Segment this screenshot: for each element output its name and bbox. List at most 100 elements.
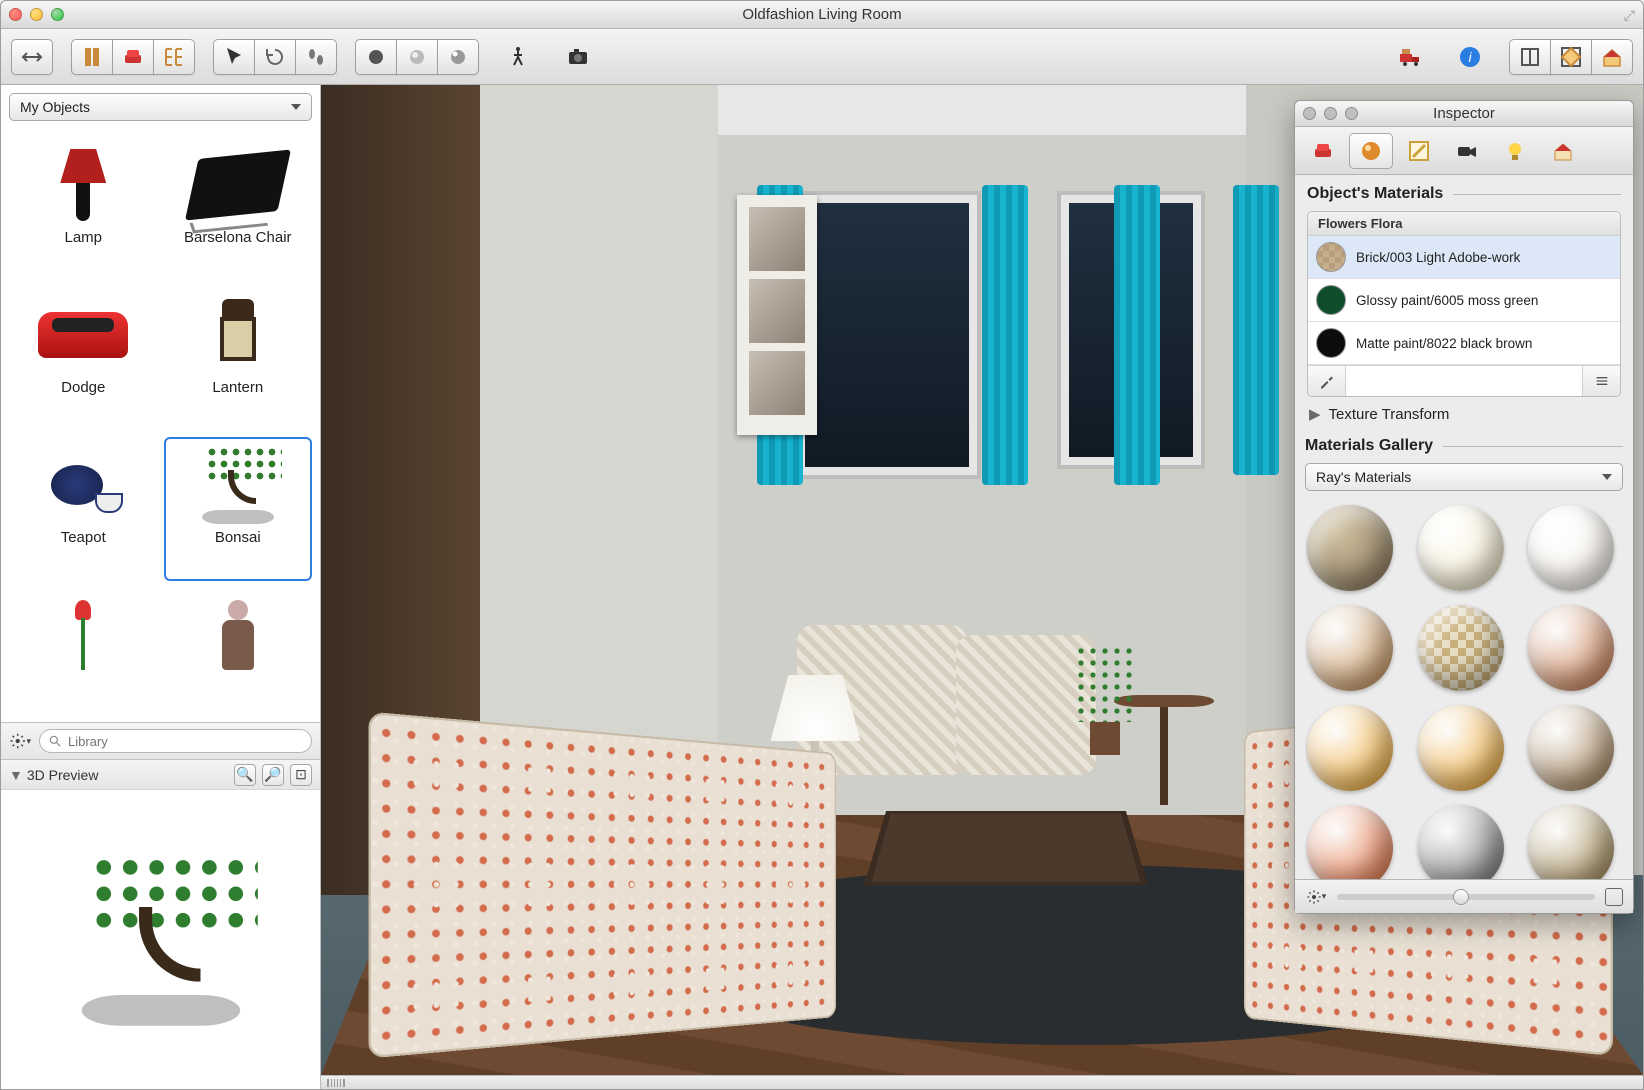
toggle-sidebar-button[interactable] [11, 39, 53, 75]
object-person[interactable] [164, 587, 313, 714]
measure-tool-button[interactable] [295, 39, 337, 75]
material-ball[interactable] [1528, 805, 1614, 879]
materials-menu-button[interactable] [1582, 366, 1620, 396]
disclosure-label: Texture Transform [1329, 406, 1450, 423]
library-search[interactable] [39, 729, 312, 753]
material-ball[interactable] [1418, 805, 1504, 879]
warehouse-button[interactable] [1389, 39, 1431, 75]
sidebar-footer: ▾ [1, 722, 320, 759]
object-barselona-chair[interactable]: Barselona Chair [164, 137, 313, 281]
sidebar-settings-button[interactable]: ▾ [9, 730, 31, 752]
texture-transform-disclosure[interactable]: ▶ Texture Transform [1307, 397, 1621, 431]
zoom-icon[interactable] [1345, 107, 1358, 120]
material-ball[interactable] [1307, 505, 1393, 591]
material-ball[interactable] [1307, 705, 1393, 791]
object-lantern[interactable]: Lantern [164, 287, 313, 431]
preview-zoom-controls: 🔍 🔎 ⊡ [234, 764, 312, 786]
material-label: Glossy paint/6005 moss green [1356, 293, 1538, 308]
inspector-titlebar: Inspector [1295, 101, 1633, 127]
fullscreen-icon[interactable]: ⤢ [1624, 7, 1635, 24]
object-bonsai[interactable]: Bonsai [164, 437, 313, 581]
object-label: Lantern [212, 379, 263, 396]
preview-pane[interactable] [1, 789, 320, 1089]
minimize-icon[interactable] [30, 8, 43, 21]
object-label: Lamp [64, 229, 102, 246]
render-group [355, 39, 479, 75]
eyedropper-button[interactable] [1308, 366, 1346, 396]
zoom-out-button[interactable]: 🔎 [262, 764, 284, 786]
material-row[interactable]: Matte paint/8022 black brown [1308, 322, 1620, 365]
material-swatch [1316, 242, 1346, 272]
material-ball[interactable] [1418, 505, 1504, 591]
furniture-library-button[interactable] [112, 39, 154, 75]
zoom-icon[interactable] [51, 8, 64, 21]
tab-materials[interactable] [1349, 133, 1393, 169]
render-high-button[interactable] [437, 39, 479, 75]
close-icon[interactable] [1303, 107, 1316, 120]
house-icon [1600, 45, 1624, 69]
select-tool-button[interactable] [213, 39, 255, 75]
material-swatch [1316, 328, 1346, 358]
tab-lights[interactable] [1493, 133, 1537, 169]
slider-knob[interactable] [1453, 889, 1469, 905]
materials-gallery-grid [1305, 499, 1623, 879]
dropdown-label: Ray's Materials [1316, 469, 1411, 485]
footprint-icon [304, 45, 328, 69]
bonsai-preview [51, 854, 271, 1026]
tab-dimensions[interactable] [1397, 133, 1441, 169]
render-low-button[interactable] [355, 39, 397, 75]
menu-icon [1594, 373, 1610, 389]
material-ball[interactable] [1307, 805, 1393, 879]
material-ball[interactable] [1418, 605, 1504, 691]
view-split-button[interactable] [1591, 39, 1633, 75]
person-thumb [183, 595, 293, 675]
material-ball[interactable] [1528, 505, 1614, 591]
tab-camera[interactable] [1445, 133, 1489, 169]
rotate-icon [263, 45, 287, 69]
thumbnail-size-slider[interactable] [1337, 894, 1595, 900]
dimensions-library-button[interactable] [153, 39, 195, 75]
render-medium-button[interactable] [396, 39, 438, 75]
inspector-settings-button[interactable]: ▾ [1305, 886, 1327, 908]
object-dodge[interactable]: Dodge [9, 287, 158, 431]
material-row[interactable]: Brick/003 Light Adobe-work [1308, 236, 1620, 279]
close-icon[interactable] [9, 8, 22, 21]
thumbnail-large-icon [1605, 888, 1623, 906]
viewport-splitter[interactable] [321, 1075, 1643, 1089]
preview-header[interactable]: ▼ 3D Preview 🔍 🔎 ⊡ [1, 759, 320, 789]
sphere-icon [405, 45, 429, 69]
inspector-tabs [1295, 127, 1633, 175]
material-ball[interactable] [1528, 705, 1614, 791]
dropdown-label: My Objects [20, 99, 90, 115]
tab-object[interactable] [1301, 133, 1345, 169]
object-tulip[interactable] [9, 587, 158, 714]
gallery-category-dropdown[interactable]: Ray's Materials [1305, 463, 1623, 491]
view-3d-button[interactable] [1550, 39, 1592, 75]
tab-building[interactable] [1541, 133, 1585, 169]
view-group [1509, 39, 1633, 75]
zoom-in-button[interactable]: 🔍 [234, 764, 256, 786]
objects-grid: Lamp Barselona Chair Dodge Lantern Teapo… [1, 129, 320, 722]
zoom-fit-button[interactable]: ⊡ [290, 764, 312, 786]
objects-category-dropdown[interactable]: My Objects [9, 93, 312, 121]
lamp-thumb [28, 145, 138, 225]
library-search-input[interactable] [68, 734, 303, 749]
view-2d-button[interactable] [1509, 39, 1551, 75]
building-library-button[interactable] [71, 39, 113, 75]
material-row[interactable]: Glossy paint/6005 moss green [1308, 279, 1620, 322]
info-button[interactable]: i [1449, 39, 1491, 75]
material-ball[interactable] [1418, 705, 1504, 791]
minimize-icon[interactable] [1324, 107, 1337, 120]
object-lamp[interactable]: Lamp [9, 137, 158, 281]
material-ball[interactable] [1307, 605, 1393, 691]
snapshot-button[interactable] [557, 39, 599, 75]
object-teapot[interactable]: Teapot [9, 437, 158, 581]
walkthrough-button[interactable] [497, 39, 539, 75]
window-title: Oldfashion Living Room [742, 6, 901, 23]
rotate-tool-button[interactable] [254, 39, 296, 75]
plan-3d-icon [1559, 45, 1583, 69]
walk-icon [506, 45, 530, 69]
material-ball[interactable] [1528, 605, 1614, 691]
sphere-icon [1359, 139, 1383, 163]
titlebar: Oldfashion Living Room ⤢ [1, 1, 1643, 29]
